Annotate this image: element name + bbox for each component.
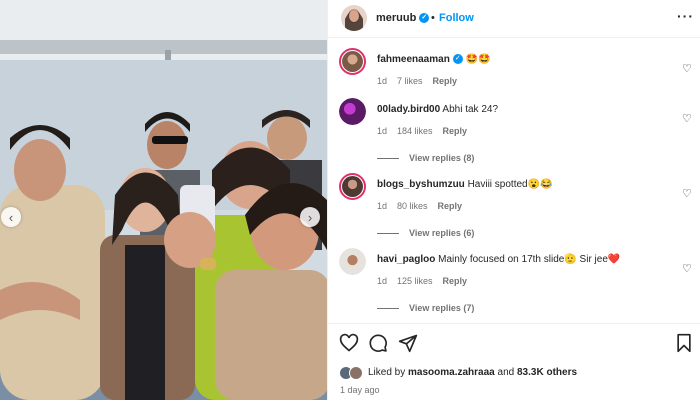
liker-avatar[interactable] [349,366,363,380]
comment-like-heart-icon[interactable]: ♡ [682,62,692,75]
reply-button[interactable]: Reply [438,201,463,211]
comment-time: 1d [377,126,388,136]
comment-meta: 1d 125 likes Reply [377,276,477,286]
follow-button[interactable]: Follow [439,12,474,24]
comment-meta: 1d 7 likes Reply [377,76,467,86]
commenter-avatar[interactable] [339,248,366,275]
commenter-avatar[interactable] [339,48,366,75]
author-username[interactable]: meruub ✓ [376,12,430,24]
previous-slide-button[interactable]: ‹ [1,207,21,227]
reply-button[interactable]: Reply [443,276,468,286]
liked-by-others[interactable]: 83.3K others [517,367,577,378]
comment-likes[interactable]: 125 likes [397,276,433,286]
commenter-username[interactable]: havi_pagloo [377,254,435,265]
commenter-avatar[interactable] [339,173,366,200]
author-username-text[interactable]: meruub [376,12,416,24]
commenter-avatar[interactable] [339,98,366,125]
comment-body: 🤩🤩 [465,54,491,65]
comment-text: 00lady.bird00 Abhi tak 24? [377,104,498,115]
heart-icon[interactable] [339,333,359,353]
post-timestamp[interactable]: 1 day ago [340,385,380,395]
post-media[interactable]: ‹ › [0,0,327,400]
verified-icon: ✓ [452,54,463,65]
comment-like-heart-icon[interactable]: ♡ [682,262,692,275]
more-options-icon[interactable]: ··· [677,8,694,24]
comment-time: 1d [377,76,388,86]
liked-by-prefix: Liked by [368,367,406,378]
commenter-username[interactable]: blogs_byshumzuu [377,179,465,190]
comment-text: fahmeenaaman ✓ 🤩🤩 [377,54,491,65]
comment-likes[interactable]: 184 likes [397,126,433,136]
commenter-username[interactable]: fahmeenaaman [377,54,450,65]
view-replies-button[interactable]: View replies (8) [377,153,474,163]
comment-icon[interactable] [368,333,388,353]
view-replies-label[interactable]: View replies (7) [409,303,474,313]
reply-button[interactable]: Reply [443,126,468,136]
comment-body: Abhi tak 24? [442,104,499,115]
post-side-panel: meruub ✓ • Follow ··· fahmeenaaman ✓ 🤩🤩 1d… [327,0,700,400]
reply-button[interactable]: Reply [433,76,458,86]
comments-list[interactable]: fahmeenaaman ✓ 🤩🤩 1d 7 likes Reply ♡ 00lady… [328,38,700,323]
liked-by-text: Liked by masooma.zahraaa and 83.3K other… [368,367,577,378]
comment-time: 1d [377,276,388,286]
view-replies-button[interactable]: View replies (6) [377,228,474,238]
share-icon[interactable] [398,333,418,353]
commenter-username[interactable]: 00lady.bird00 [377,104,440,115]
comment-body: Haviii spotted😮😂 [467,179,553,190]
view-replies-label[interactable]: View replies (8) [409,153,474,163]
comment-meta: 1d 184 likes Reply [377,126,477,136]
post-actions: Liked by masooma.zahraaa and 83.3K other… [328,323,700,400]
verified-icon: ✓ [419,13,430,24]
liked-by-user[interactable]: masooma.zahraaa [408,367,495,378]
view-replies-divider [377,308,399,310]
comment-text: blogs_byshumzuu Haviii spotted😮😂 [377,179,553,190]
comment-text: havi_pagloo Mainly focused on 17th slide… [377,254,620,265]
post-header: meruub ✓ • Follow ··· [328,0,700,38]
author-avatar[interactable] [341,5,367,31]
comment-likes[interactable]: 80 likes [397,201,428,211]
view-replies-button[interactable]: View replies (7) [377,303,474,313]
comment-likes[interactable]: 7 likes [397,76,423,86]
separator-dot: • [431,12,435,24]
view-replies-divider [377,233,399,235]
bookmark-icon[interactable] [674,333,694,353]
comment-body: Mainly focused on 17th slide🫡 Sir jee❤️ [438,254,621,265]
view-replies-divider [377,158,399,160]
comment-time: 1d [377,201,388,211]
liked-by-middle: and [497,367,515,378]
comment-like-heart-icon[interactable]: ♡ [682,187,692,200]
comment-meta: 1d 80 likes Reply [377,201,472,211]
view-replies-label[interactable]: View replies (6) [409,228,474,238]
post-photo [0,0,327,400]
next-slide-button[interactable]: › [300,207,320,227]
comment-like-heart-icon[interactable]: ♡ [682,112,692,125]
